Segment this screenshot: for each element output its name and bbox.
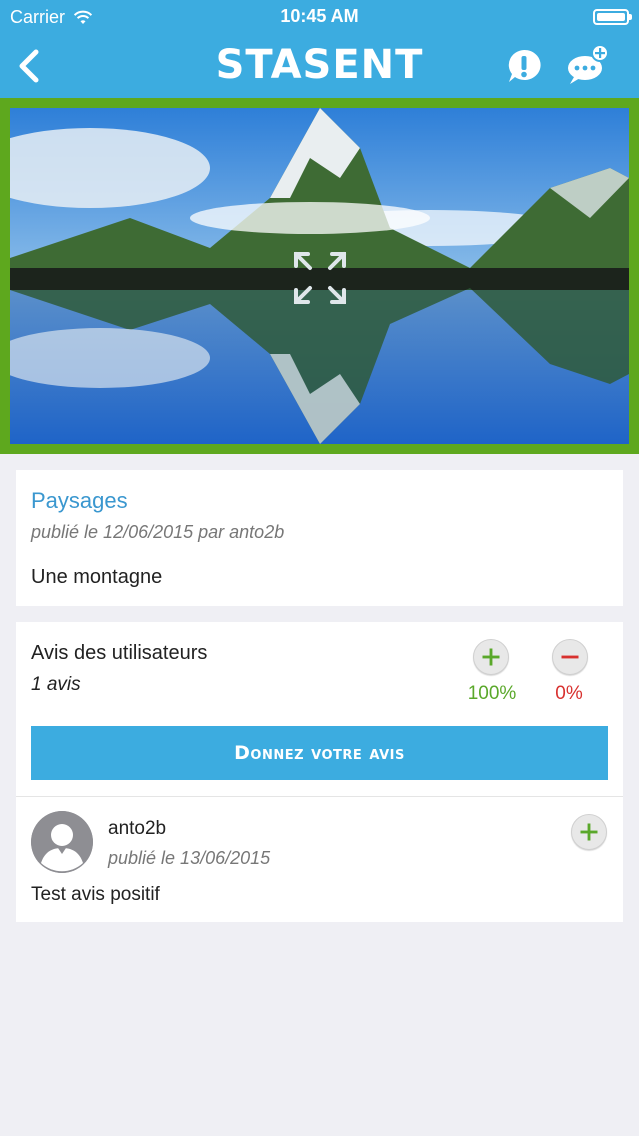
downvote-button[interactable]: [552, 639, 588, 675]
negative-percentage: 0%: [555, 683, 583, 704]
review-author: anto2b: [108, 818, 167, 839]
review-meta: publié le 13/06/2015: [108, 848, 271, 868]
photo-frame: [0, 98, 639, 454]
post-category[interactable]: Paysages: [31, 488, 128, 514]
avatar: [31, 811, 93, 873]
chat-add-icon[interactable]: [566, 44, 610, 86]
divider: [16, 796, 623, 797]
status-time: 10:45 AM: [280, 6, 359, 26]
post-meta: publié le 12/06/2015 par anto2b: [31, 522, 285, 542]
status-bar: Carrier 10:45 AM: [0, 0, 639, 34]
battery-icon: [593, 9, 632, 25]
upvote-button[interactable]: [473, 639, 509, 675]
post-card: Paysages publié le 12/06/2015 par anto2b…: [16, 470, 623, 606]
positive-percentage: 100%: [467, 683, 517, 704]
expand-icon[interactable]: [292, 250, 348, 306]
give-review-button[interactable]: Donnez votre avis: [31, 726, 608, 780]
reviews-title: Avis des utilisateurs: [31, 642, 208, 664]
reviews-card: Avis des utilisateurs 1 avis 100% 0% Don…: [16, 622, 623, 922]
app-title: STASENT: [215, 42, 424, 88]
review-text: Test avis positif: [31, 884, 160, 905]
app-header: Carrier 10:45 AM STASENT: [0, 0, 639, 98]
post-description: Une montagne: [31, 566, 163, 588]
exclamation-bubble-icon[interactable]: [506, 48, 542, 84]
reviews-count: 1 avis: [31, 674, 81, 695]
nav-bar: STASENT: [0, 34, 639, 98]
mountain-photo[interactable]: [10, 108, 629, 444]
review-upvote-button[interactable]: [571, 814, 607, 850]
